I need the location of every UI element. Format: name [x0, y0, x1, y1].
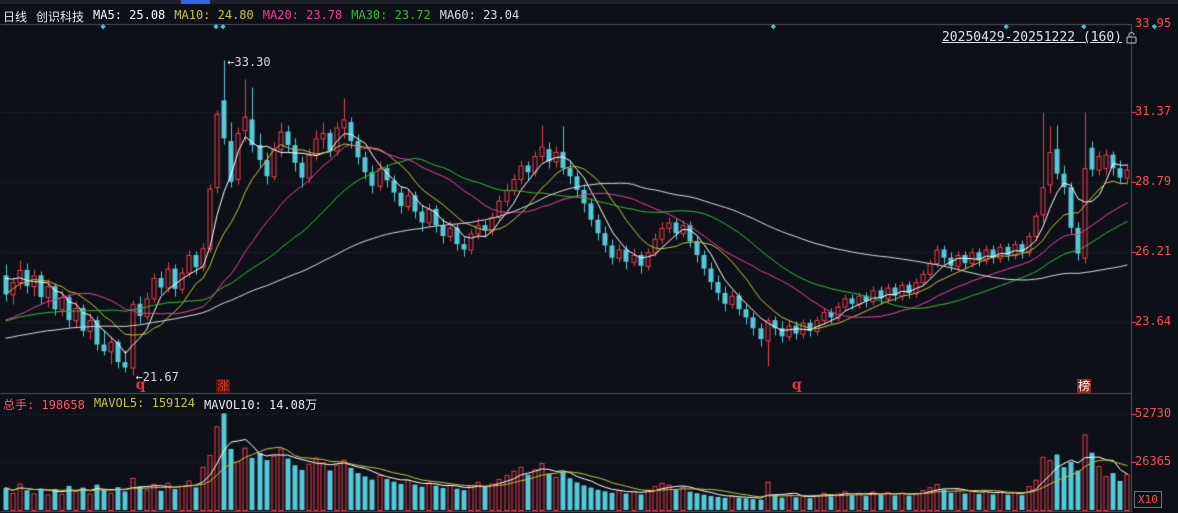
event-diamond-icon[interactable]: ◆	[213, 23, 218, 32]
event-diamond-icon[interactable]: ◆	[1004, 23, 1009, 32]
volume-legend-item: MAVOL10: 14.08万	[203, 398, 318, 412]
stock-name[interactable]: 创识科技	[36, 8, 84, 25]
price-axis-label: 26.21	[1135, 244, 1172, 258]
event-diamond-icon[interactable]: ◆	[220, 23, 225, 32]
marker-bang-badge[interactable]: 榜	[1077, 379, 1092, 393]
volume-axis-label: 26365	[1135, 454, 1172, 468]
date-range-link[interactable]: 20250429-20251222 (160)	[942, 30, 1122, 45]
marker-q[interactable]: q	[792, 378, 802, 392]
marker-zhang-badge[interactable]: 涨	[216, 379, 231, 393]
event-diamond-icon[interactable]: ◆	[1081, 23, 1086, 32]
top-scrollbar-track[interactable]	[0, 0, 1178, 4]
high-price-annotation: ←33.30	[227, 54, 271, 69]
volume-multiplier-badge: X10	[1134, 491, 1162, 508]
lock-icon[interactable]	[1125, 31, 1138, 44]
volume-legend-item: 总手: 198658	[3, 398, 85, 412]
volume-axis-label: 52730	[1135, 406, 1172, 420]
candlestick-chart-canvas[interactable]	[0, 0, 1178, 513]
event-diamond-icon[interactable]: ◆	[771, 23, 776, 32]
chart-header: 日线 创识科技 MA5: 25.08 MA10: 24.80 MA20: 23.78…	[3, 8, 519, 25]
kline-chart-window: 日线 创识科技 MA5: 25.08 MA10: 24.80 MA20: 23.78…	[0, 0, 1178, 513]
ma-legend-item: MA20: 23.78	[262, 8, 343, 22]
price-axis-label: 23.64	[1135, 314, 1172, 328]
ma-legend-item: MA30: 23.72	[351, 8, 431, 22]
event-diamond-icon[interactable]: ◆	[1152, 23, 1157, 32]
low-price-annotation: ←21.67	[135, 370, 179, 385]
ma-legend-item: MA60: 23.04	[439, 8, 520, 22]
event-diamond-icon[interactable]: ◆	[100, 23, 105, 32]
price-axis-label: 28.79	[1135, 174, 1172, 188]
price-axis-label: 31.37	[1135, 104, 1172, 118]
top-scrollbar-thumb[interactable]	[181, 0, 210, 4]
period-label[interactable]: 日线	[3, 8, 27, 25]
volume-pane-header: 总手: 198658 MAVOL5: 159124 MAVOL10: 14.08万	[3, 396, 317, 413]
volume-legend-item: MAVOL5: 159124	[93, 396, 195, 410]
